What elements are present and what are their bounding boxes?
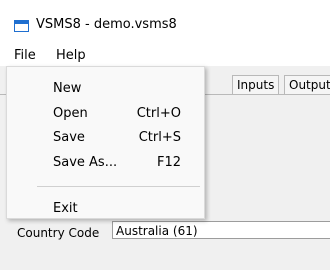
- menu-separator: [37, 186, 200, 187]
- title-bar: VSMS8 - demo.vsms8: [0, 0, 330, 44]
- app-window: VSMS8 - demo.vsms8 File Help Inputs Outp…: [0, 0, 330, 270]
- menu-item-new[interactable]: New: [53, 81, 81, 96]
- save-shortcut: Ctrl+S: [138, 130, 181, 145]
- tab-output[interactable]: Output: [284, 75, 330, 94]
- menu-item-exit[interactable]: Exit: [53, 201, 78, 216]
- file-menu-dropdown: New Open Ctrl+O Save Ctrl+S Save As... F…: [6, 66, 205, 219]
- tab-inputs[interactable]: Inputs: [232, 75, 280, 94]
- save-as-shortcut: F12: [156, 155, 181, 170]
- open-shortcut: Ctrl+O: [136, 106, 181, 121]
- menu-file[interactable]: File: [14, 48, 36, 63]
- menu-item-save[interactable]: Save: [53, 130, 85, 145]
- window-title: VSMS8 - demo.vsms8: [36, 17, 177, 32]
- menu-item-save-as[interactable]: Save As...: [53, 155, 117, 170]
- country-code-label: Country Code: [17, 226, 100, 240]
- menu-bar: File Help: [0, 44, 330, 66]
- menu-help[interactable]: Help: [56, 48, 86, 63]
- country-code-field[interactable]: Australia (61): [112, 221, 330, 239]
- app-icon: [14, 20, 29, 32]
- menu-item-open[interactable]: Open: [53, 106, 88, 121]
